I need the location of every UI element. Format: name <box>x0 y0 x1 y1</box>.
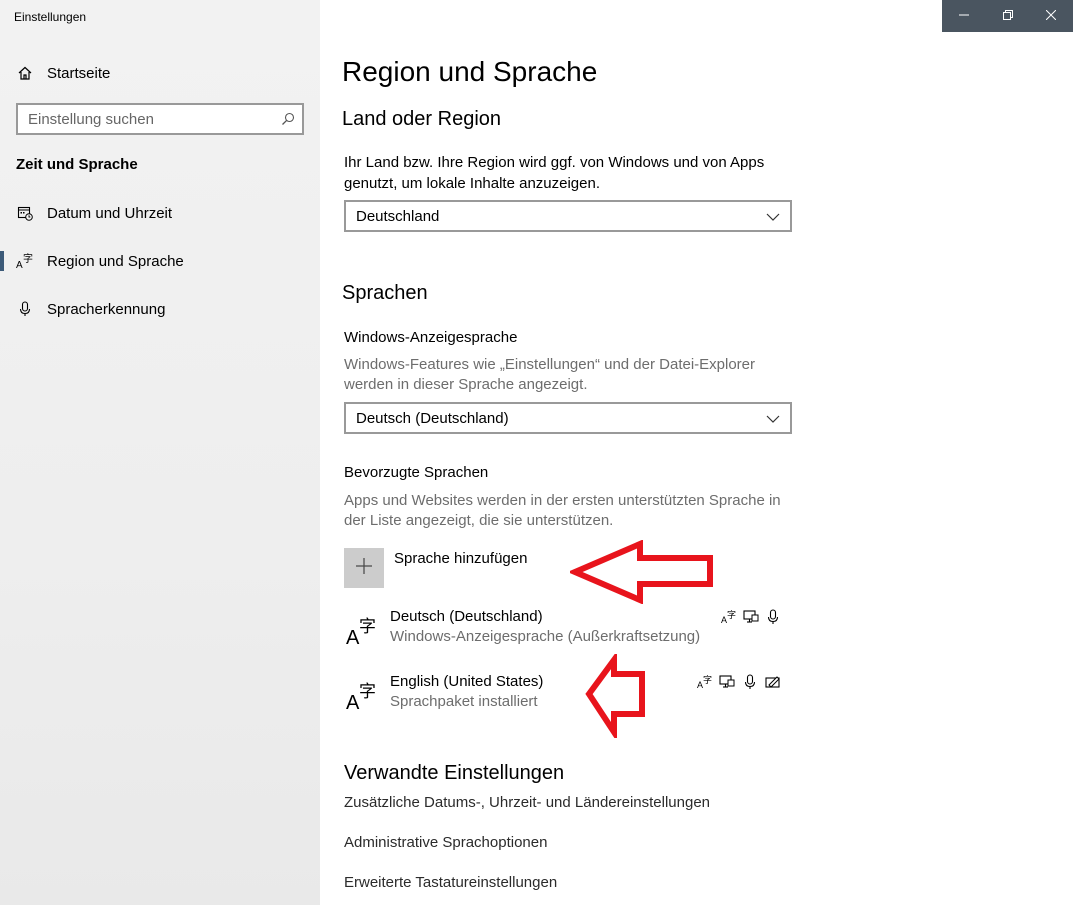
sidebar-item-region-sprache[interactable]: A字 Region und Sprache <box>0 241 320 281</box>
svg-text:字: 字 <box>359 682 376 702</box>
sidebar: Einstellungen Startseite Zeit und Sprach… <box>0 0 320 905</box>
display-language-label: Windows-Anzeigesprache <box>344 329 518 346</box>
language-status: Sprachpaket installiert <box>390 693 538 710</box>
section-title: Zeit und Sprache <box>16 156 138 173</box>
language-item-deutsch[interactable]: A字 Deutsch (Deutschland) Windows-Anzeige… <box>344 608 792 658</box>
country-dropdown[interactable]: Deutschland <box>344 200 792 232</box>
annotation-arrow-left-2 <box>585 654 645 738</box>
sidebar-item-datum-uhrzeit[interactable]: Datum und Uhrzeit <box>0 193 320 233</box>
add-language-label[interactable]: Sprache hinzufügen <box>394 548 527 569</box>
language-name: Deutsch (Deutschland) <box>390 608 543 625</box>
svg-text:A: A <box>346 627 360 648</box>
language-icon: A字 <box>346 614 380 649</box>
preferred-languages-desc-line1: Apps und Websites werden in der ersten u… <box>344 492 781 509</box>
sidebar-item-label: Datum und Uhrzeit <box>47 204 173 222</box>
related-settings-heading: Verwandte Einstellungen <box>344 762 565 784</box>
svg-text:字: 字 <box>727 609 736 621</box>
country-selected-value: Deutschland <box>356 207 440 225</box>
language-pack-icon: A字 <box>696 673 714 691</box>
display-language-selected-value: Deutsch (Deutschland) <box>356 409 509 427</box>
region-heading: Land oder Region <box>342 108 502 130</box>
preferred-languages-label: Bevorzugte Sprachen <box>344 464 489 481</box>
search-icon[interactable] <box>274 112 302 126</box>
microphone-icon <box>741 673 759 691</box>
sidebar-item-label: Spracherkennung <box>47 300 166 318</box>
svg-text:字: 字 <box>703 674 712 686</box>
language-pack-icon: A字 <box>720 608 738 626</box>
language-item-english[interactable]: A字 English (United States) Sprachpaket i… <box>344 673 792 723</box>
window-controls <box>942 0 1073 32</box>
page-title: Region und Sprache <box>342 56 598 87</box>
svg-text:字: 字 <box>23 252 33 265</box>
restore-icon <box>1002 7 1013 25</box>
link-advanced-keyboard-settings[interactable]: Erweiterte Tastatureinstellungen <box>344 874 557 891</box>
languages-heading: Sprachen <box>342 282 428 304</box>
chevron-down-icon <box>766 208 780 225</box>
microphone-icon <box>764 608 782 626</box>
display-icon <box>718 673 736 691</box>
microphone-icon <box>16 300 34 318</box>
display-language-desc-line2: werden in dieser Sprache angezeigt. <box>344 376 588 393</box>
svg-text:A: A <box>16 260 23 270</box>
display-language-desc-line1: Windows-Features wie „Einstellungen“ und… <box>344 356 756 373</box>
minimize-button[interactable] <box>942 0 986 32</box>
main-content: Region und Sprache Land oder Region Ihr … <box>320 0 1073 905</box>
display-language-dropdown[interactable]: Deutsch (Deutschland) <box>344 402 792 434</box>
add-language-button[interactable] <box>344 548 384 588</box>
close-button[interactable] <box>1029 0 1073 32</box>
handwriting-icon <box>764 673 782 691</box>
minimize-icon <box>958 7 969 25</box>
annotation-arrow-left <box>570 540 713 604</box>
region-description-line1: Ihr Land bzw. Ihre Region wird ggf. von … <box>344 154 765 171</box>
language-name: English (United States) <box>390 673 544 690</box>
chevron-down-icon <box>766 410 780 427</box>
home-label: Startseite <box>47 64 111 82</box>
svg-text:A: A <box>346 692 360 713</box>
link-additional-date-time-region[interactable]: Zusätzliche Datums-, Uhrzeit- und Länder… <box>344 794 710 811</box>
home-link[interactable]: Startseite <box>0 53 320 93</box>
preferred-languages-desc-line2: der Liste angezeigt, die sie unterstütze… <box>344 512 614 529</box>
svg-text:字: 字 <box>359 617 376 637</box>
restore-button[interactable] <box>986 0 1030 32</box>
language-icon: A字 <box>16 252 34 270</box>
calendar-clock-icon <box>16 204 34 222</box>
search-input[interactable] <box>18 105 274 133</box>
language-icon: A字 <box>346 679 380 714</box>
window-title: Einstellungen <box>14 10 87 24</box>
close-icon <box>1045 7 1057 25</box>
region-description-line2: genutzt, um lokale Inhalte anzuzeigen. <box>344 175 601 192</box>
plus-icon <box>355 557 373 580</box>
sidebar-item-label: Region und Sprache <box>47 252 184 270</box>
language-status: Windows-Anzeigesprache (Außerkraftsetzun… <box>390 628 701 645</box>
sidebar-item-spracherkennung[interactable]: Spracherkennung <box>0 289 320 329</box>
display-icon <box>742 608 760 626</box>
link-administrative-language-options[interactable]: Administrative Sprachoptionen <box>344 834 547 851</box>
search-box[interactable] <box>16 103 304 135</box>
home-icon <box>16 64 34 82</box>
